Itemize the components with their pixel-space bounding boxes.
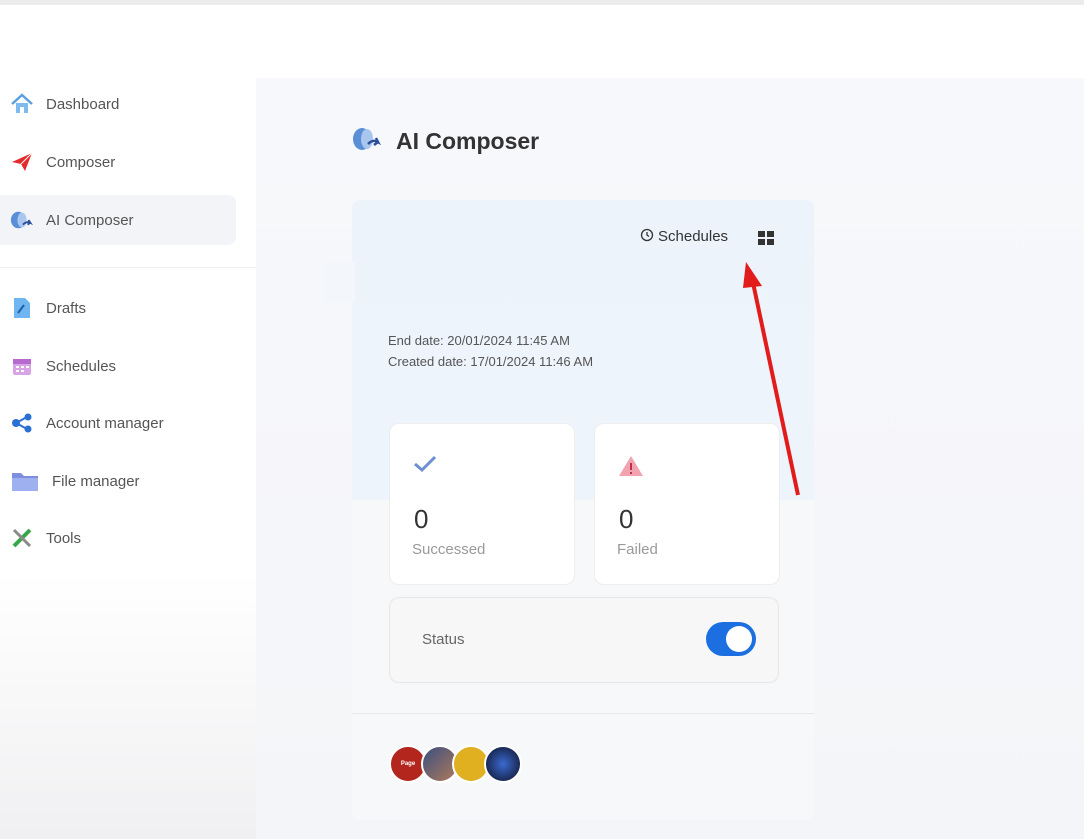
sidebar-item-drafts[interactable]: Drafts: [0, 283, 86, 333]
history-icon: [640, 228, 654, 245]
sidebar-item-label: Tools: [46, 529, 82, 547]
sidebar-item-label: File manager: [52, 472, 140, 490]
status-toggle[interactable]: [706, 622, 756, 656]
sidebar-item-label: Dashboard: [46, 95, 120, 113]
document-edit-icon: [10, 296, 34, 320]
sidebar-item-dashboard[interactable]: Dashboard: [0, 79, 119, 129]
toggle-knob: [726, 626, 752, 652]
paper-plane-icon: [10, 150, 34, 174]
sidebar-item-file-manager[interactable]: File manager: [0, 456, 140, 506]
warning-icon: [617, 454, 645, 483]
success-label: Successed: [412, 541, 486, 558]
page-title-text: AI Composer: [396, 127, 540, 154]
schedules-link-label: Schedules: [658, 228, 729, 245]
sidebar-item-label: Composer: [46, 153, 116, 171]
status-row: Status: [389, 597, 779, 683]
sidebar-item-account-manager[interactable]: Account manager: [0, 398, 164, 448]
end-date: End date: 20/01/2024 11:45 AM: [388, 333, 570, 348]
sidebar-item-composer[interactable]: Composer: [0, 137, 115, 187]
top-bar: [256, 5, 1084, 78]
sidebar-item-label: AI Composer: [46, 211, 134, 229]
card-header-band: [325, 262, 355, 302]
created-date: Created date: 17/01/2024 11:46 AM: [388, 354, 594, 369]
page-title: AI Composer: [352, 126, 539, 156]
schedules-link[interactable]: Schedules: [640, 228, 728, 245]
folder-icon: [10, 469, 40, 493]
sidebar-item-ai-composer[interactable]: AI Composer: [0, 195, 236, 245]
check-icon: [412, 454, 438, 479]
sidebar-item-tools[interactable]: Tools: [0, 513, 81, 563]
failed-count: 0: [619, 504, 634, 534]
sidebar-item-schedules[interactable]: Schedules: [0, 341, 116, 391]
sidebar-item-label: Account manager: [46, 414, 164, 432]
success-count: 0: [414, 504, 429, 534]
calendar-icon: [10, 354, 34, 378]
success-stat-card: 0 Successed: [389, 423, 575, 585]
brain-icon: [352, 126, 382, 156]
sidebar-item-label: Schedules: [46, 357, 117, 375]
brain-icon: [10, 208, 34, 232]
sidebar: Dashboard Composer AI Composer Drafts Sc…: [0, 5, 256, 839]
status-label: Status: [422, 631, 465, 648]
tools-icon: [10, 526, 34, 550]
house-icon: [10, 92, 34, 116]
card-divider: [352, 713, 814, 714]
annotation-arrow: [743, 262, 800, 496]
failed-label: Failed: [617, 541, 658, 558]
grid-view-icon[interactable]: [758, 231, 774, 245]
account-avatar[interactable]: [484, 745, 522, 783]
share-nodes-icon: [10, 411, 34, 435]
sidebar-divider: [0, 267, 256, 268]
sidebar-item-label: Drafts: [46, 299, 87, 317]
